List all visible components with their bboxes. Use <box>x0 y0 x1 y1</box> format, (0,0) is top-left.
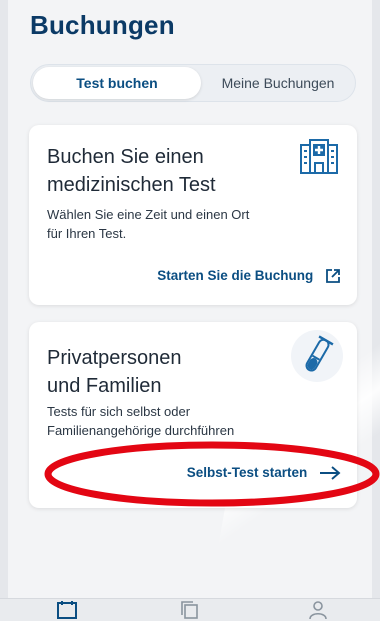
start-booking-label: Starten Sie die Buchung <box>157 268 314 283</box>
book-medical-test-card[interactable]: Buchen Sie einen medizinischen Test Wähl… <box>29 125 357 305</box>
card-description-line: Wählen Sie eine Zeit und einen Ort <box>47 207 250 222</box>
card-title-line: Buchen Sie einen <box>47 146 204 168</box>
copy-icon[interactable] <box>180 601 200 619</box>
page-title: Buchungen <box>30 10 175 40</box>
device-frame-right <box>372 0 380 621</box>
test-tube-icon <box>305 335 334 372</box>
calendar-icon[interactable] <box>56 601 78 619</box>
bottom-navigation <box>0 598 380 621</box>
tab-test-buchen[interactable]: Test buchen <box>33 67 201 99</box>
card-description-line: Tests für sich selbst oder <box>47 404 191 419</box>
red-highlight-annotation <box>44 441 380 507</box>
card-title-line: und Familien <box>47 375 162 397</box>
card-description-line: für Ihren Test. <box>47 226 127 241</box>
test-tube-icon-container <box>291 330 343 382</box>
card-title: Privatpersonen und Familien <box>47 344 182 400</box>
hospital-icon <box>300 139 338 174</box>
card-description: Tests für sich selbst oder Familienangeh… <box>47 402 234 440</box>
segmented-tabs: Test buchen Meine Buchungen <box>30 64 356 102</box>
card-description: Wählen Sie eine Zeit und einen Ort für I… <box>47 205 249 243</box>
card-title-line: Privatpersonen <box>47 347 182 369</box>
profile-icon[interactable] <box>308 601 328 619</box>
tab-meine-buchungen[interactable]: Meine Buchungen <box>203 67 353 99</box>
card-title: Buchen Sie einen medizinischen Test <box>47 143 216 199</box>
card-title-line: medizinischen Test <box>47 174 216 196</box>
card-description-line: Familienangehörige durchführen <box>47 423 235 438</box>
start-booking-link[interactable]: Starten Sie die Buchung <box>157 268 341 284</box>
device-frame-left <box>0 0 8 621</box>
external-link-icon <box>326 269 340 284</box>
